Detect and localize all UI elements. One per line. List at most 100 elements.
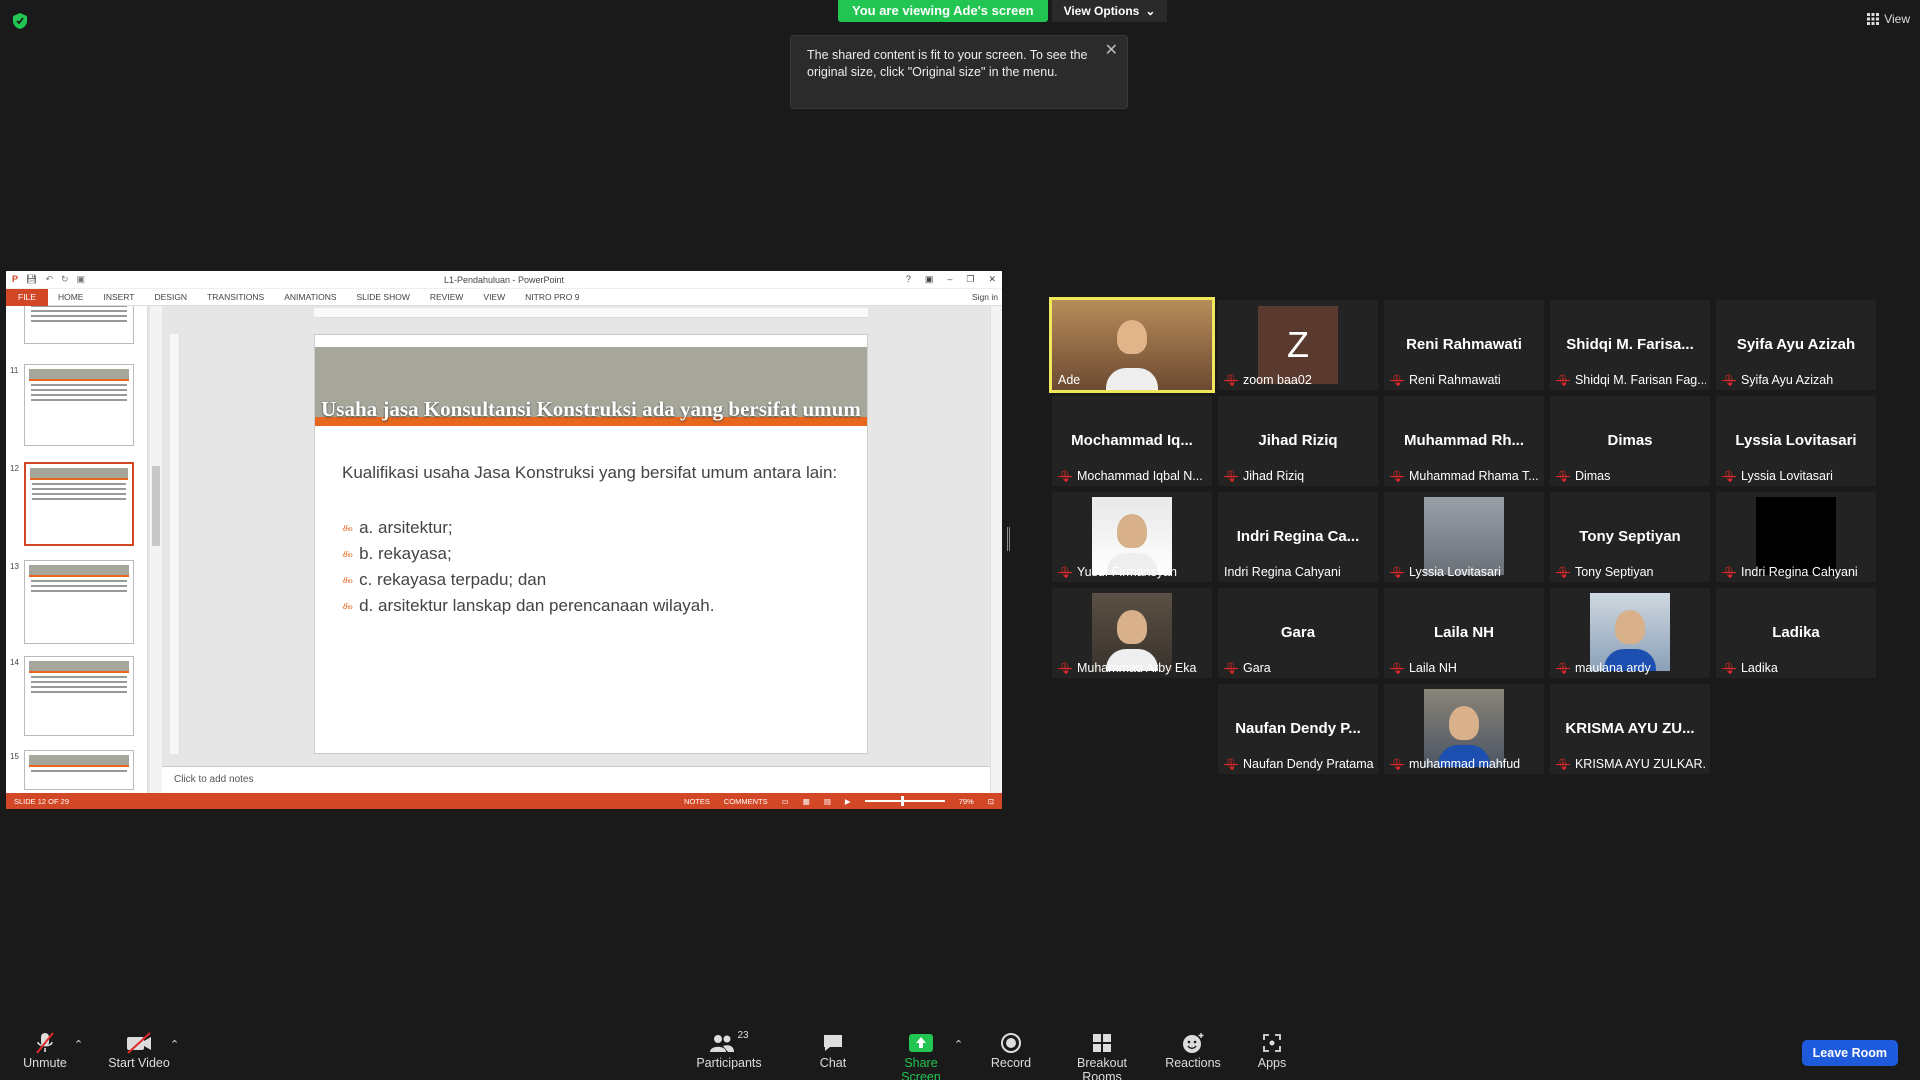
sign-in-link[interactable]: Sign in bbox=[972, 292, 1002, 302]
viewing-screen-label: You are viewing Ade's screen bbox=[838, 0, 1048, 22]
participant-tile[interactable]: Dimas 🎙︎ Dimas bbox=[1550, 396, 1710, 486]
participant-tile[interactable]: 🎙︎ maulana ardy bbox=[1550, 588, 1710, 678]
ribbon-tab-design[interactable]: DESIGN bbox=[144, 292, 197, 302]
close-icon[interactable]: ✕ bbox=[1105, 42, 1118, 59]
ribbon-tab-file[interactable]: FILE bbox=[6, 288, 48, 306]
participant-tile[interactable]: Tony Septiyan 🎙︎ Tony Septiyan bbox=[1550, 492, 1710, 582]
window-controls: ? ▣ – ❐ ✕ bbox=[906, 274, 996, 285]
chat-button[interactable]: Chat bbox=[808, 1030, 858, 1070]
close-window-icon[interactable]: ✕ bbox=[988, 274, 996, 285]
slide-bullet[interactable]: ௯ a. arsitektur; bbox=[342, 518, 453, 538]
slide-lead-text[interactable]: Kualifikasi usaha Jasa Konstruksi yang b… bbox=[342, 462, 842, 484]
slide-thumbnail[interactable] bbox=[24, 364, 134, 446]
slide-thumbnail[interactable] bbox=[24, 656, 134, 736]
slide-bullet[interactable]: ௯ b. rekayasa; bbox=[342, 544, 452, 564]
participant-name-large: Jihad Riziq bbox=[1258, 432, 1338, 449]
reactions-button[interactable]: Reactions bbox=[1164, 1030, 1222, 1070]
participant-name: Tony Septiyan bbox=[1574, 565, 1654, 579]
participant-name: Ladika bbox=[1740, 661, 1778, 675]
notes-pane[interactable]: Click to add notes bbox=[162, 766, 990, 793]
apps-button[interactable]: Apps bbox=[1250, 1030, 1294, 1070]
muted-mic-icon: 🎙︎ bbox=[1556, 566, 1570, 579]
slide-title[interactable]: Usaha jasa Konsultansi Konstruksi ada ya… bbox=[315, 397, 867, 422]
slide-thumbnail[interactable] bbox=[24, 750, 134, 790]
zoom-slider[interactable] bbox=[864, 796, 945, 806]
participant-tile[interactable]: Gara 🎙︎ Gara bbox=[1218, 588, 1378, 678]
start-video-label: Start Video bbox=[108, 1056, 170, 1070]
slide-scrollbar[interactable] bbox=[990, 306, 1002, 793]
ribbon-tab-home[interactable]: HOME bbox=[48, 292, 94, 302]
slide-canvas[interactable]: Usaha jasa Konsultansi Konstruksi ada ya… bbox=[314, 334, 868, 754]
normal-view-icon[interactable]: ▭ bbox=[782, 797, 789, 806]
comments-button[interactable]: COMMENTS bbox=[724, 797, 768, 806]
ribbon-display-icon[interactable]: ▣ bbox=[925, 274, 934, 285]
unmute-button[interactable]: Unmute bbox=[20, 1030, 70, 1070]
slide-thumbnail[interactable] bbox=[24, 560, 134, 644]
participant-name-large: KRISMA AYU ZU... bbox=[1565, 720, 1695, 737]
participant-tile[interactable]: Ade bbox=[1049, 297, 1215, 393]
muted-mic-icon: 🎙︎ bbox=[1722, 566, 1736, 579]
slideshow-icon[interactable]: ▶ bbox=[845, 797, 851, 806]
participant-tile[interactable]: Syifa Ayu Azizah 🎙︎ Syifa Ayu Azizah bbox=[1716, 300, 1876, 390]
ribbon-tab-insert[interactable]: INSERT bbox=[93, 292, 144, 302]
bullet-text: b. rekayasa; bbox=[359, 544, 452, 563]
scroll-thumb[interactable] bbox=[152, 466, 160, 546]
audio-options-caret-icon[interactable]: ⌃ bbox=[74, 1038, 83, 1051]
security-shield-icon[interactable] bbox=[12, 12, 28, 30]
ribbon-tab-view[interactable]: VIEW bbox=[473, 292, 515, 302]
start-video-button[interactable]: Start Video bbox=[106, 1030, 172, 1070]
fit-slide-icon[interactable]: ⊡ bbox=[988, 797, 994, 806]
video-options-caret-icon[interactable]: ⌃ bbox=[170, 1038, 179, 1051]
minimize-icon[interactable]: – bbox=[947, 274, 952, 285]
restore-icon[interactable]: ❐ bbox=[966, 274, 974, 285]
zoom-level[interactable]: 79% bbox=[959, 797, 974, 806]
slide-sorter-icon[interactable]: ▦ bbox=[803, 797, 810, 806]
reading-view-icon[interactable]: ▤ bbox=[824, 797, 831, 806]
participant-tile[interactable]: Z 🎙︎ zoom baa02 bbox=[1218, 300, 1378, 390]
slide-thumbnail[interactable] bbox=[24, 306, 134, 344]
participant-tile[interactable]: 🎙︎ Lyssia Lovitasari bbox=[1384, 492, 1544, 582]
thumbnail-scrollbar[interactable] bbox=[150, 306, 162, 793]
breakout-rooms-button[interactable]: Breakout Rooms bbox=[1056, 1030, 1148, 1080]
participant-tile[interactable]: 🎙︎ Muhammad Arby Eka bbox=[1052, 588, 1212, 678]
participant-name-caption: 🎙︎ Muhammad Arby Eka bbox=[1058, 661, 1208, 675]
ribbon-tab-review[interactable]: REVIEW bbox=[420, 292, 474, 302]
ribbon-tab-slide-show[interactable]: SLIDE SHOW bbox=[347, 292, 420, 302]
participant-name-caption: 🎙︎ Lyssia Lovitasari bbox=[1390, 565, 1540, 579]
participant-tile[interactable]: 🎙︎ Yusuf Firmansyah bbox=[1052, 492, 1212, 582]
slide-thumbnail-selected[interactable] bbox=[24, 462, 134, 546]
record-button[interactable]: Record bbox=[986, 1030, 1036, 1070]
notes-button[interactable]: NOTES bbox=[684, 797, 710, 806]
participant-tile[interactable]: Jihad Riziq 🎙︎ Jihad Riziq bbox=[1218, 396, 1378, 486]
leave-room-button[interactable]: Leave Room bbox=[1801, 1040, 1898, 1066]
resize-divider[interactable] bbox=[1007, 527, 1010, 551]
participant-tile[interactable]: KRISMA AYU ZU... 🎙︎ KRISMA AYU ZULKAR... bbox=[1550, 684, 1710, 774]
share-options-caret-icon[interactable]: ⌃ bbox=[954, 1038, 963, 1051]
participant-tile[interactable]: Shidqi M. Farisa... 🎙︎ Shidqi M. Farisan F… bbox=[1550, 300, 1710, 390]
ribbon-tab-nitro[interactable]: NITRO PRO 9 bbox=[515, 292, 589, 302]
participant-tile[interactable]: 🎙︎ Indri Regina Cahyani bbox=[1716, 492, 1876, 582]
view-options-button[interactable]: View Options ⌄ bbox=[1051, 0, 1168, 22]
slide-bullet[interactable]: ௯ d. arsitektur lanskap dan perencanaan w… bbox=[342, 596, 714, 616]
participant-tile[interactable]: Laila NH 🎙︎ Laila NH bbox=[1384, 588, 1544, 678]
help-icon[interactable]: ? bbox=[906, 274, 911, 285]
participants-button[interactable]: 23 Participants bbox=[696, 1030, 762, 1070]
participant-tile[interactable]: Mochammad Iq... 🎙︎ Mochammad Iqbal N... bbox=[1052, 396, 1212, 486]
participant-tile[interactable]: Naufan Dendy P... 🎙︎ Naufan Dendy Pratama bbox=[1218, 684, 1378, 774]
participant-tile[interactable]: Ladika 🎙︎ Ladika bbox=[1716, 588, 1876, 678]
ribbon-tab-transitions[interactable]: TRANSITIONS bbox=[197, 292, 274, 302]
slide-bullet[interactable]: ௯ c. rekayasa terpadu; dan bbox=[342, 570, 546, 590]
share-screen-button[interactable]: Share Screen bbox=[884, 1030, 958, 1080]
participant-tile[interactable]: Indri Regina Ca... Indri Regina Cahyani bbox=[1218, 492, 1378, 582]
muted-mic-icon: 🎙︎ bbox=[1224, 470, 1238, 483]
participant-tile[interactable]: Lyssia Lovitasari 🎙︎ Lyssia Lovitasari bbox=[1716, 396, 1876, 486]
fit-to-screen-tooltip: The shared content is fit to your screen… bbox=[790, 35, 1128, 109]
slide-thumbnail-pane[interactable]: 11 12 13 14 15 bbox=[6, 306, 148, 793]
participant-tile[interactable]: Muhammad Rh... 🎙︎ Muhammad Rhama T... bbox=[1384, 396, 1544, 486]
participant-tile[interactable]: Reni Rahmawati 🎙︎ Reni Rahmawati bbox=[1384, 300, 1544, 390]
participant-name: Lyssia Lovitasari bbox=[1408, 565, 1501, 579]
view-layout-button[interactable]: View bbox=[1867, 12, 1910, 26]
participant-name-large: Reni Rahmawati bbox=[1406, 336, 1522, 353]
participant-tile[interactable]: 🎙︎ muhammad mahfud bbox=[1384, 684, 1544, 774]
ribbon-tab-animations[interactable]: ANIMATIONS bbox=[274, 292, 346, 302]
